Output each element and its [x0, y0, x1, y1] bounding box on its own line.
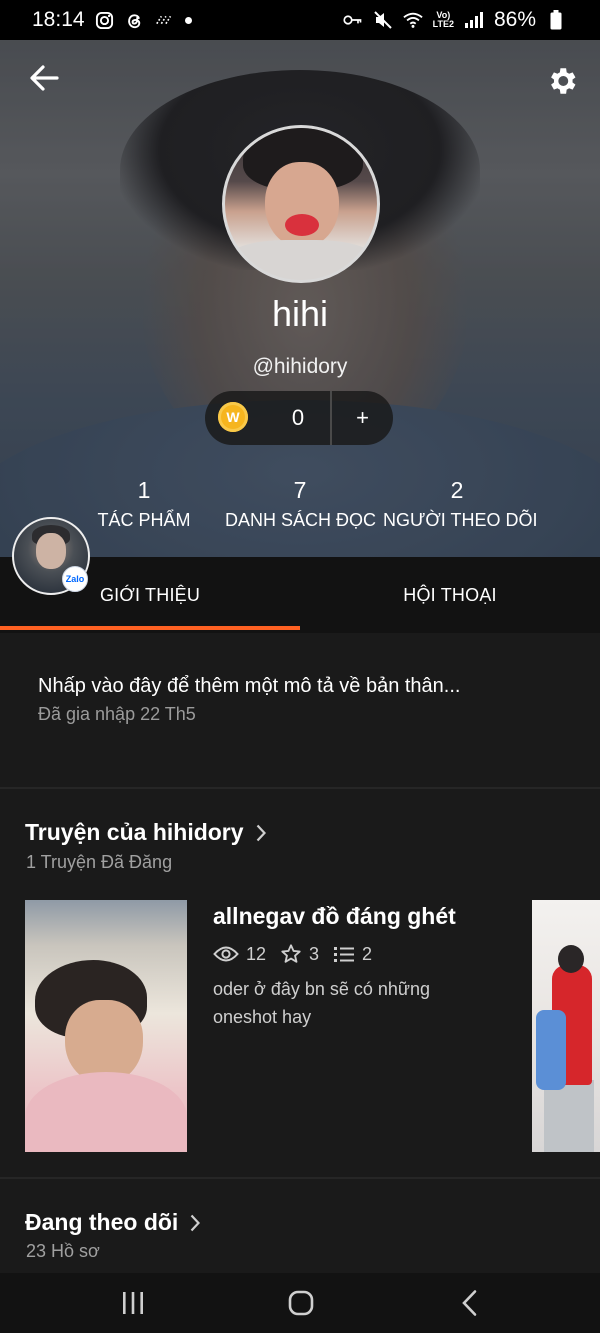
signal-icon: [464, 10, 484, 30]
join-date: Đã gia nhập 22 Th5: [38, 704, 196, 724]
stat-label: NGƯỜI THEO DÕI: [383, 510, 538, 530]
status-left: 18:14: [32, 8, 192, 32]
story-parts: 2: [333, 944, 372, 965]
stat-works[interactable]: 1 TÁC PHẨM: [96, 477, 192, 531]
threads-icon: [125, 10, 145, 30]
star-icon: [281, 944, 301, 963]
home-icon: [288, 1290, 314, 1316]
key-icon: [343, 10, 363, 30]
recent-apps-icon: [123, 1292, 143, 1314]
following-section-subtitle: 23 Hồ sơ: [26, 1241, 100, 1261]
battery-icon: [546, 10, 566, 30]
dot-icon: [184, 16, 192, 24]
about-section[interactable]: Nhấp vào đây để thêm một mô tả về bản th…: [0, 633, 600, 787]
story-title[interactable]: allnegav đồ đáng ghét: [213, 903, 456, 930]
instagram-icon: [95, 10, 115, 30]
story-reads: 12: [213, 944, 266, 965]
chevron-right-icon: [254, 823, 268, 843]
back-nav-icon: [462, 1290, 477, 1316]
story-votes: 3: [280, 943, 319, 965]
stat-value: 1: [137, 477, 151, 503]
activity-icon: [155, 10, 175, 30]
parts-count: 2: [362, 943, 373, 964]
profile-avatar[interactable]: [222, 125, 380, 283]
list-icon: [334, 947, 355, 962]
stat-followers[interactable]: 2 NGƯỜI THEO DÕI: [383, 477, 538, 531]
username: @hihidory: [252, 355, 348, 378]
following-section-header[interactable]: Đang theo dõi: [25, 1209, 202, 1236]
stat-value: 7: [293, 477, 307, 503]
status-time: 18:14: [32, 8, 85, 31]
following-section-title: Đang theo dõi: [25, 1209, 179, 1235]
coin-icon: W: [218, 402, 248, 432]
recent-apps-button[interactable]: [103, 1283, 163, 1323]
wifi-icon: [402, 10, 423, 30]
coin-balance-pill: W 0 +: [205, 391, 393, 445]
stat-reading-lists[interactable]: 7 DANH SÁCH ĐỌC: [225, 477, 377, 531]
gear-icon: [551, 68, 576, 94]
following-section: Đang theo dõi 23 Hồ sơ: [0, 1179, 600, 1273]
volte-icon: Vo) LTE2: [433, 11, 454, 29]
display-name: hihi: [271, 293, 329, 334]
about-description[interactable]: Nhấp vào đây để thêm một mô tả về bản th…: [38, 675, 460, 698]
chevron-right-icon: [188, 1213, 202, 1233]
home-button[interactable]: [271, 1283, 331, 1323]
lte-label: LTE2: [432, 19, 454, 29]
stories-section-title: Truyện của hihidory: [25, 819, 244, 845]
stat-label: DANH SÁCH ĐỌC: [225, 510, 377, 530]
zalo-badge: Zalo: [62, 566, 88, 592]
settings-button[interactable]: [543, 62, 581, 100]
profile-tabs: GIỚI THIỆU HỘI THOẠI: [0, 557, 600, 633]
back-nav-button[interactable]: [440, 1283, 500, 1323]
system-nav-bar: [0, 1273, 600, 1333]
stories-section-header[interactable]: Truyện của hihidory: [25, 819, 268, 846]
story-cover-next[interactable]: [532, 900, 600, 1152]
votes-count: 3: [309, 943, 320, 964]
add-coins-button[interactable]: +: [332, 391, 393, 445]
reads-count: 12: [246, 943, 267, 964]
status-right: Vo) LTE2 86%: [343, 8, 566, 32]
battery-level: 86%: [493, 8, 536, 31]
stat-label: TÁC PHẨM: [97, 510, 191, 530]
mute-icon: [373, 10, 393, 30]
back-button[interactable]: [26, 60, 62, 96]
tab-conversations[interactable]: HỘI THOẠI: [300, 557, 600, 633]
eye-icon: [213, 946, 239, 962]
stories-section-subtitle: 1 Truyện Đã Đăng: [26, 852, 173, 872]
stories-section: Truyện của hihidory 1 Truyện Đã Đăng all…: [0, 789, 600, 1177]
status-bar: 18:14 Vo) LTE2 86%: [0, 0, 600, 40]
story-stats: 12 3 2: [213, 943, 386, 965]
coin-balance: 0: [291, 405, 305, 430]
story-cover[interactable]: [25, 900, 187, 1152]
stat-value: 2: [450, 477, 464, 503]
arrow-left-icon: [30, 65, 59, 91]
active-tab-indicator: [0, 626, 300, 630]
story-description: oder ở đây bn sẽ có những oneshot hay: [213, 979, 430, 1027]
